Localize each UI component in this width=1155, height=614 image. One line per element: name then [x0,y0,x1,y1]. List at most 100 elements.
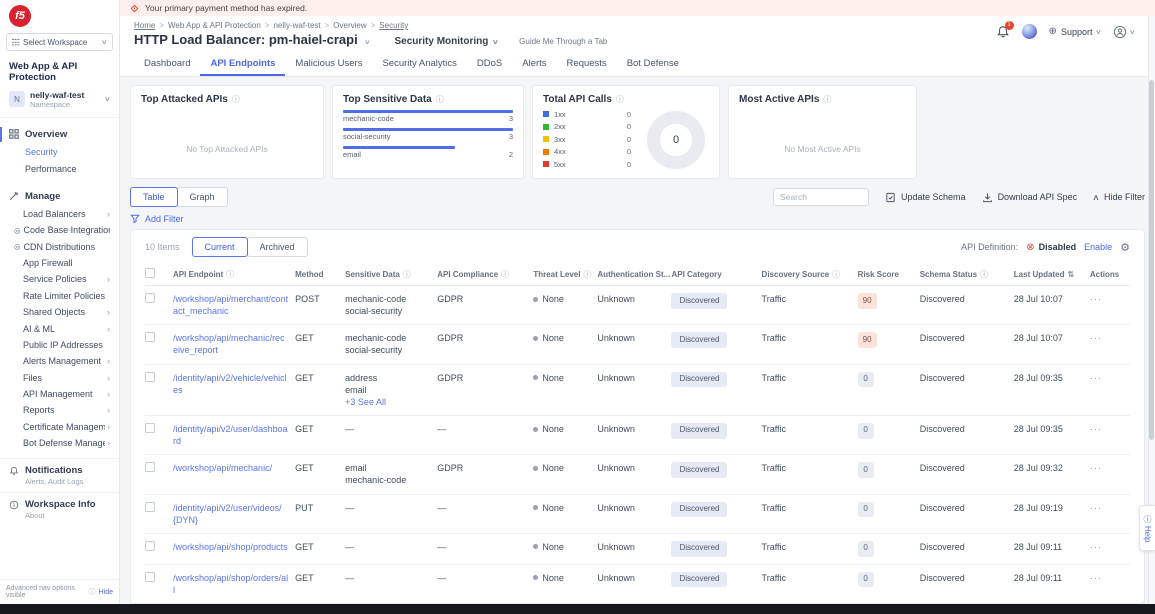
row-actions-button[interactable]: ··· [1090,542,1102,552]
endpoint-link[interactable]: /workshop/api/shop/products [173,541,288,553]
monitoring-dropdown[interactable]: Security Monitoring ∨ [394,36,498,47]
info-icon[interactable]: ⓘ [832,270,840,279]
endpoint-link[interactable]: /workshop/api/shop/orders/all [173,572,289,596]
settings-gear-icon[interactable]: ⚙ [1120,241,1130,254]
table-view-button[interactable]: Table [130,187,178,207]
row-checkbox[interactable] [145,423,155,433]
sidebar-item-public-ip-addresses[interactable]: Public IP Addresses [0,337,119,353]
breadcrumb-item-overview[interactable]: Overview [333,21,366,30]
breadcrumb-item-home[interactable]: Home [134,21,155,30]
sidebar-item-service-policies[interactable]: Service Policies› [0,271,119,287]
notifications-bell-button[interactable]: 1 [996,25,1010,39]
row-checkbox[interactable] [145,541,155,551]
download-spec-label: Download API Spec [998,192,1078,202]
update-schema-button[interactable]: Update Schema [885,192,966,203]
sidebar-item-ai-ml[interactable]: AI & ML› [0,320,119,336]
row-checkbox[interactable] [145,293,155,303]
endpoint-link[interactable]: /workshop/api/merchant/contact_mechanic [173,293,289,317]
info-icon[interactable]: ⓘ [501,270,509,279]
tab-ddos[interactable]: DDoS [467,52,512,76]
breadcrumb-item-security[interactable]: Security [379,21,408,30]
add-filter-button[interactable]: Add Filter [130,214,1145,224]
row-actions-button[interactable]: ··· [1090,373,1102,383]
graph-view-button[interactable]: Graph [177,187,228,207]
endpoint-link[interactable]: /workshop/api/mechanic/receive_report [173,332,289,356]
column-schema-status: Schema Statusⓘ [920,263,1014,286]
last-updated-cell: 28 Jul 10:07 [1014,286,1090,325]
row-checkbox[interactable] [145,502,155,512]
tab-security-analytics[interactable]: Security Analytics [372,52,466,76]
endpoint-link[interactable]: /workshop/api/mechanic/ [173,462,272,474]
info-icon[interactable]: ⓘ [226,270,234,279]
tab-malicious-users[interactable]: Malicious Users [285,52,372,76]
workspace-selector[interactable]: Select Workspace ∨ [6,33,113,51]
row-checkbox[interactable] [145,332,155,342]
row-checkbox[interactable] [145,572,155,582]
sidebar-item-cdn-distributions[interactable]: ◎CDN Distributions [0,239,119,255]
sidebar-item-code-base-integration[interactable]: ◎Code Base Integration [0,222,119,238]
row-actions-button[interactable]: ··· [1090,294,1102,304]
current-toggle[interactable]: Current [192,237,248,257]
row-actions-button[interactable]: ··· [1090,333,1102,343]
row-actions-button[interactable]: ··· [1090,463,1102,473]
endpoint-link[interactable]: /identity/api/v2/user/videos/{DYN} [173,502,289,526]
sidebar-item-load-balancers[interactable]: Load Balancers› [0,206,119,222]
scrollbar-thumb[interactable] [1149,80,1154,440]
info-icon[interactable]: ⓘ [823,94,831,105]
tab-dashboard[interactable]: Dashboard [134,52,200,76]
chevron-down-icon[interactable]: ∨ [364,38,371,46]
info-icon[interactable]: ⓘ [232,94,240,105]
breadcrumb-item-nelly-waf-test[interactable]: nelly-waf-test [273,21,320,30]
sidebar-item-api-management[interactable]: API Management› [0,386,119,402]
tab-alerts[interactable]: Alerts [512,52,556,76]
select-all-checkbox[interactable] [145,268,155,278]
tab-bot-defense[interactable]: Bot Defense [617,52,689,76]
endpoint-link[interactable]: /identity/api/v2/user/dashboard [173,423,289,447]
account-menu[interactable]: ∨ [1113,25,1135,39]
sidebar-item-files[interactable]: Files› [0,370,119,386]
sidebar-item-reports[interactable]: Reports› [0,402,119,418]
sidebar-item-app-firewall[interactable]: App Firewall [0,255,119,271]
sidebar-item-alerts-management[interactable]: Alerts Management› [0,353,119,369]
download-api-spec-button[interactable]: Download API Spec [982,192,1078,203]
sort-icon[interactable]: ⇅ [1067,270,1074,279]
info-icon[interactable]: ⓘ [436,94,444,105]
support-menu[interactable]: ⊕ Support ∨ [1049,26,1102,37]
row-actions-button[interactable]: ··· [1090,503,1102,513]
enable-link[interactable]: Enable [1084,242,1112,252]
sidebar-item-shared-objects[interactable]: Shared Objects› [0,304,119,320]
guide-me-link[interactable]: Guide Me Through a Tab [519,37,607,46]
bar-label-row: social-security3 [343,132,513,141]
sidebar-item-manage[interactable]: Manage [0,187,119,206]
f5-logo[interactable]: f5 [9,5,31,27]
info-icon[interactable]: ⓘ [980,270,988,279]
info-icon[interactable]: ⓘ [583,270,591,279]
sidebar-item-workspace-info[interactable]: Workspace Info About [0,492,119,526]
sidebar-item-notifications[interactable]: Notifications Alerts, Audit Logs [0,458,119,492]
help-tab[interactable]: ⓘ Help [1139,505,1155,551]
row-actions-button[interactable]: ··· [1090,424,1102,434]
info-icon[interactable]: ⓘ [403,270,411,279]
row-checkbox[interactable] [145,372,155,382]
table-row: /workshop/api/mechanic/receive_reportGET… [145,325,1130,364]
hide-nav-link[interactable]: Hide [99,589,113,596]
sidebar-item-performance[interactable]: Performance [0,161,119,178]
row-actions-button[interactable]: ··· [1090,573,1102,583]
see-all-link[interactable]: +3 See All [345,396,431,408]
sidebar-item-security[interactable]: Security [0,144,119,161]
namespace-selector[interactable]: N nelly-waf-test Namespace ∨ [0,89,119,118]
archived-toggle[interactable]: Archived [247,237,308,257]
info-icon[interactable]: ⓘ [616,94,624,105]
endpoint-link[interactable]: /identity/api/v2/vehicle/vehicles [173,372,289,396]
row-checkbox[interactable] [145,462,155,472]
tab-api-endpoints[interactable]: API Endpoints [200,52,285,76]
sidebar-item-certificate-management[interactable]: Certificate Management› [0,419,119,435]
tenant-avatar[interactable] [1022,24,1037,39]
sidebar-item-bot-defense-management[interactable]: Bot Defense Management› [0,435,119,451]
tab-requests[interactable]: Requests [557,52,617,76]
hide-filter-button[interactable]: ∧ Hide Filter [1093,192,1145,202]
breadcrumb-item-web-app-api-protection[interactable]: Web App & API Protection [168,21,261,30]
sidebar-item-rate-limiter-policies[interactable]: Rate Limiter Policies [0,288,119,304]
search-input[interactable] [773,188,869,206]
sidebar-item-overview[interactable]: Overview [0,125,119,144]
